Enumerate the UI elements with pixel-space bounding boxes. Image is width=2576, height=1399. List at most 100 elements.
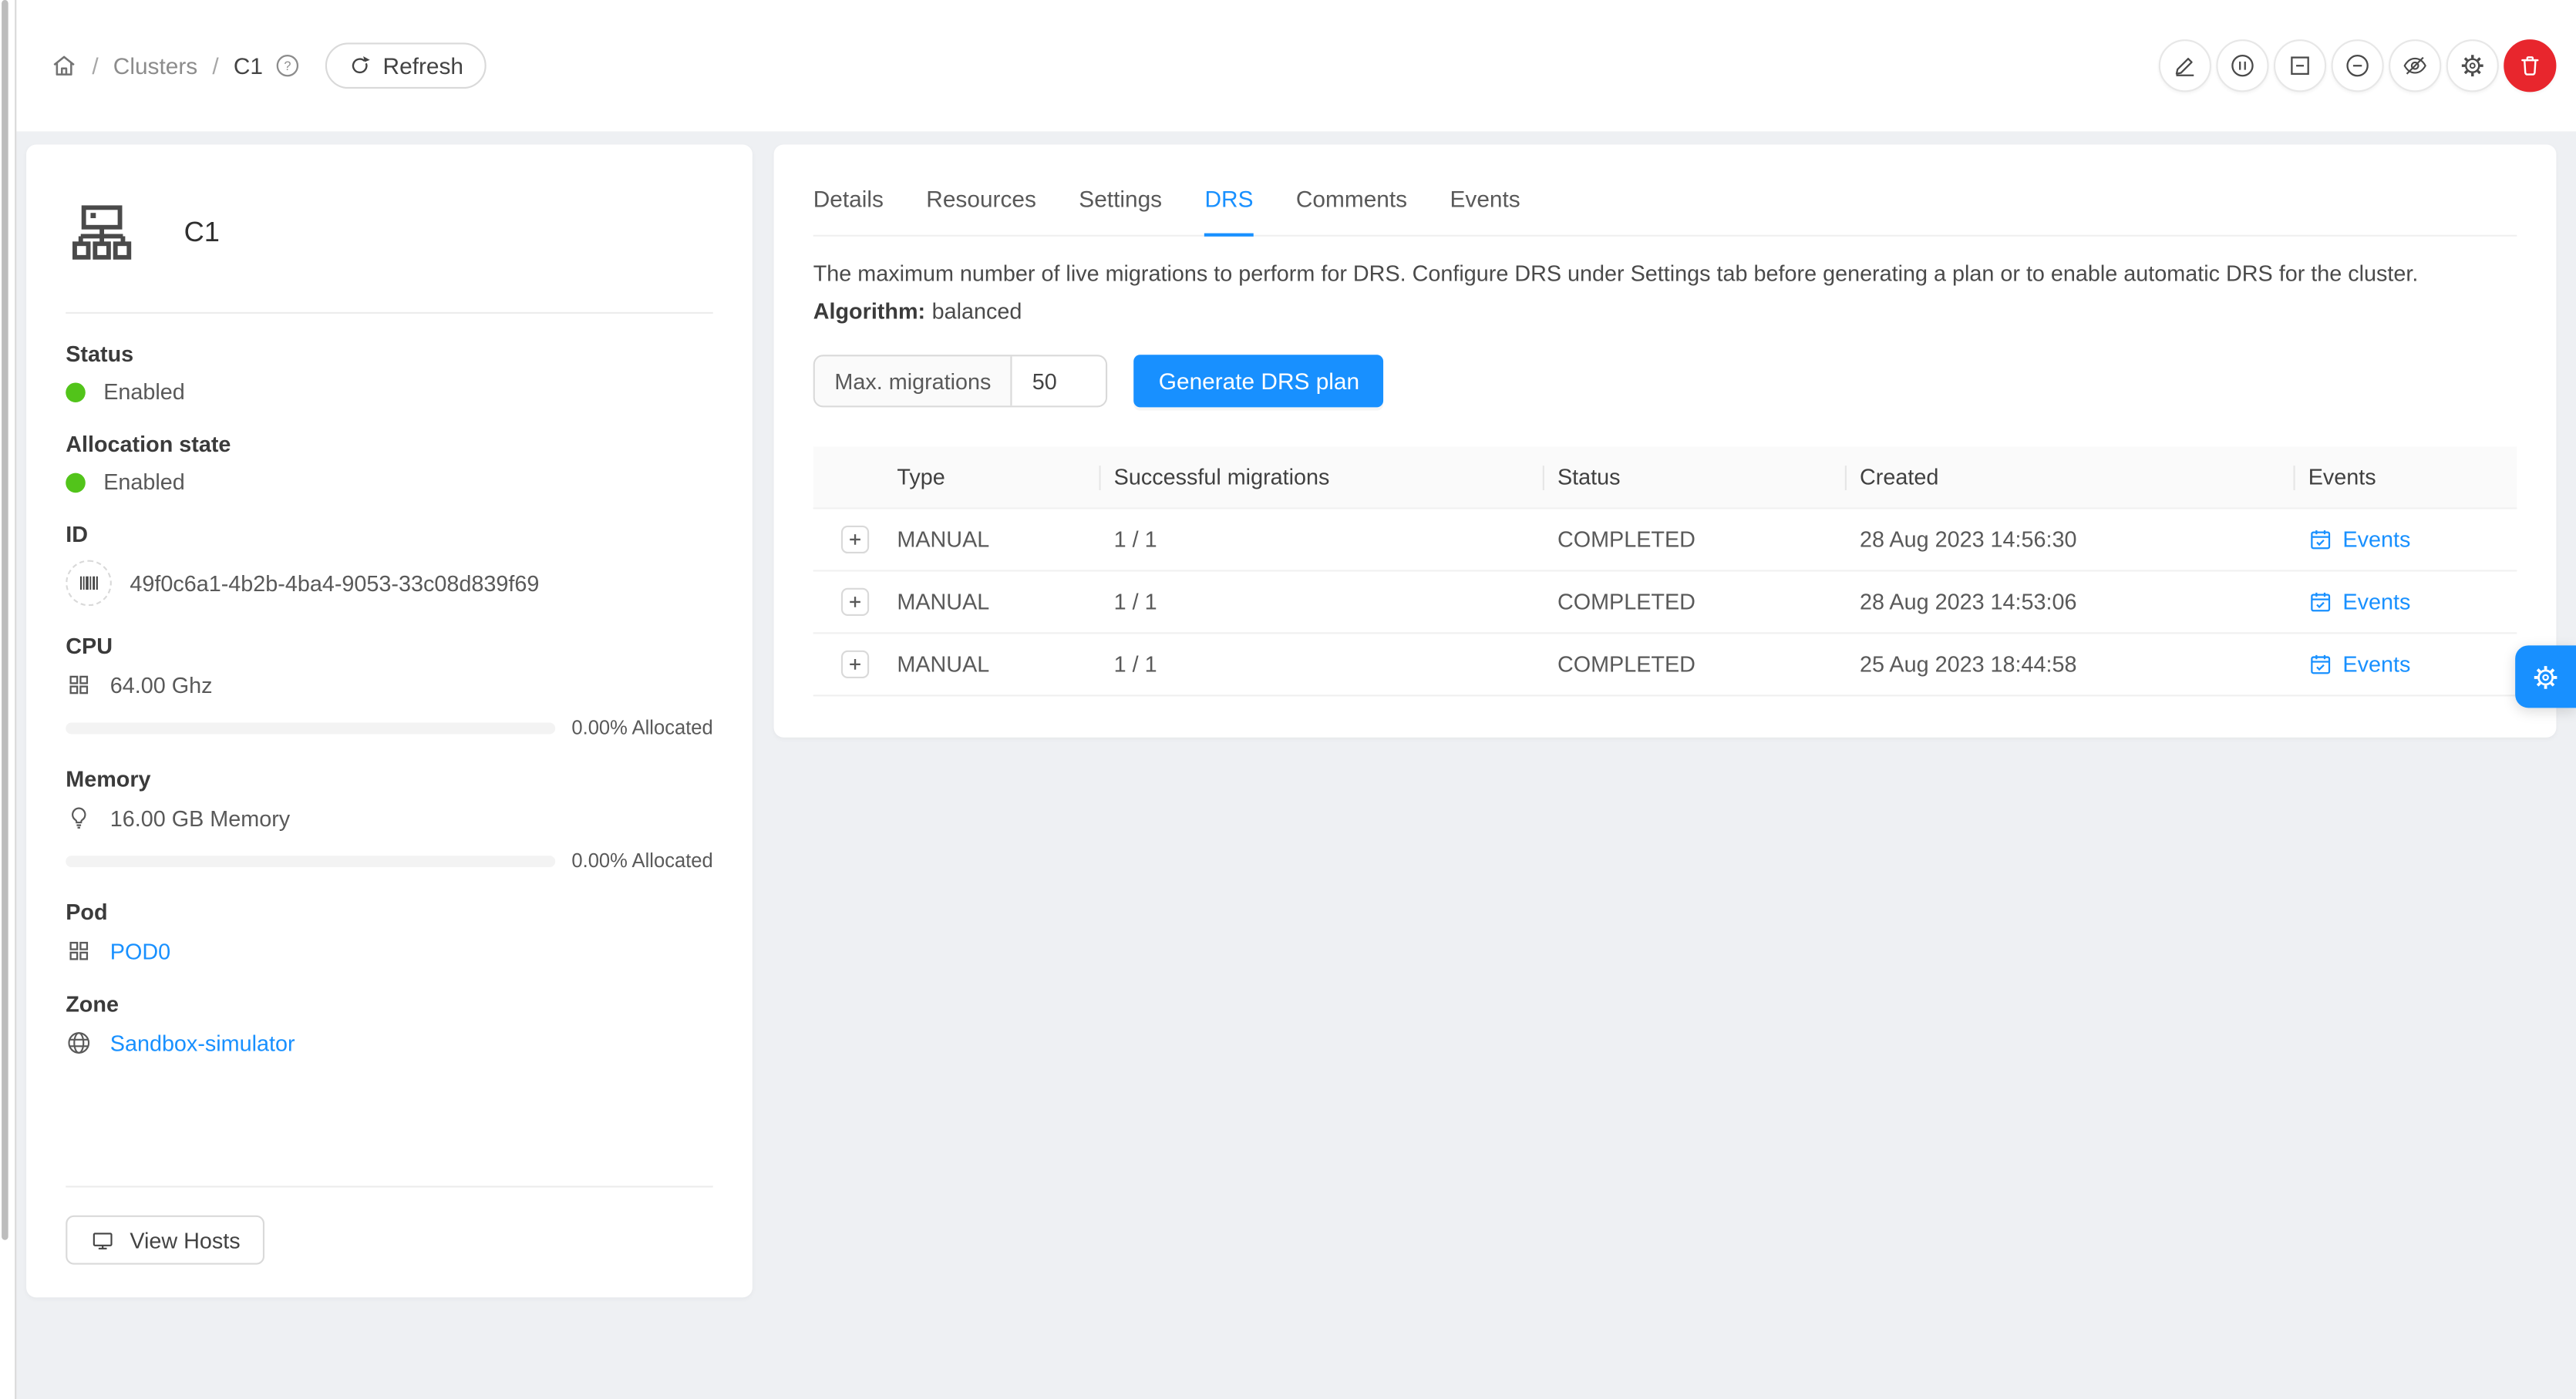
table-header-row: Type Successful migrations Status Create… xyxy=(813,447,2517,509)
minus-circle-icon xyxy=(2345,52,2371,79)
row-migrations: 1 / 1 xyxy=(1099,652,1542,677)
breadcrumb: / Clusters / C1 ? Refresh xyxy=(51,42,487,89)
drs-plan-table: Type Successful migrations Status Create… xyxy=(813,447,2517,697)
reload-icon xyxy=(349,54,372,77)
desktop-icon xyxy=(90,1228,115,1253)
memory-progress-bar xyxy=(66,855,555,866)
plus-icon xyxy=(846,530,864,548)
edit-button[interactable] xyxy=(2159,39,2211,92)
breadcrumb-clusters[interactable]: Clusters xyxy=(113,52,197,79)
id-field: ID 49f0c6a1-4b2b-4ba4-9053-33c08d839f69 xyxy=(66,523,713,607)
bulb-icon xyxy=(66,805,92,831)
zone-label: Zone xyxy=(66,992,713,1017)
cluster-icon xyxy=(66,197,138,270)
tab-details[interactable]: Details xyxy=(813,186,884,235)
row-events-link[interactable]: Events xyxy=(2308,527,2517,552)
breadcrumb-separator: / xyxy=(92,52,98,79)
memory-field: Memory 16.00 GB Memory 0.00% Allocated xyxy=(66,767,713,872)
status-dot xyxy=(66,382,86,402)
disable-button[interactable] xyxy=(2332,39,2384,92)
unmanage-button[interactable] xyxy=(2274,39,2326,92)
refresh-button[interactable]: Refresh xyxy=(325,42,487,89)
row-events-link[interactable]: Events xyxy=(2308,652,2517,677)
hide-button[interactable] xyxy=(2389,39,2441,92)
settings-drawer-button[interactable] xyxy=(2515,645,2576,708)
table-row: MANUAL 1 / 1 COMPLETED 28 Aug 2023 14:53… xyxy=(813,571,2517,634)
drs-controls: Max. migrations Generate DRS plan xyxy=(813,355,2517,407)
drs-description: The maximum number of live migrations to… xyxy=(813,261,2517,286)
page: / Clusters / C1 ? Refresh xyxy=(0,0,2576,1399)
row-events-label: Events xyxy=(2342,652,2410,677)
plus-icon xyxy=(846,655,864,673)
tab-resources[interactable]: Resources xyxy=(926,186,1036,235)
svg-text:?: ? xyxy=(284,59,291,73)
events-column-header: Events xyxy=(2294,465,2517,489)
cpu-value: 64.00 Ghz xyxy=(110,673,213,698)
expand-row-button[interactable] xyxy=(841,526,869,553)
tab-comments[interactable]: Comments xyxy=(1296,186,1407,235)
cluster-detail-card: Details Resources Settings DRS Comments … xyxy=(774,145,2557,738)
unmanage-square-icon xyxy=(2287,52,2313,79)
max-migrations-input[interactable] xyxy=(1012,356,1106,405)
max-migrations-label: Max. migrations xyxy=(815,356,1012,405)
expand-row-button[interactable] xyxy=(841,588,869,616)
status-label: Status xyxy=(66,341,713,366)
delete-button[interactable] xyxy=(2504,39,2556,92)
type-column-header: Type xyxy=(882,465,1099,489)
globe-icon xyxy=(66,1030,92,1056)
row-created: 28 Aug 2023 14:56:30 xyxy=(1845,527,2294,552)
barcode-icon xyxy=(66,560,112,607)
algorithm-label: Algorithm: xyxy=(813,299,925,324)
gear-icon xyxy=(2531,663,2559,691)
tab-bar: Details Resources Settings DRS Comments … xyxy=(813,145,2517,237)
cluster-name: C1 xyxy=(184,217,220,250)
row-events-link[interactable]: Events xyxy=(2308,590,2517,614)
pod-label: Pod xyxy=(66,900,713,925)
tab-drs[interactable]: DRS xyxy=(1204,186,1253,237)
cluster-info-card: C1 Status Enabled Allocation state Enabl… xyxy=(26,145,753,1298)
view-hosts-label: View Hosts xyxy=(130,1228,240,1253)
status-value: Enabled xyxy=(103,379,185,404)
calendar-check-icon xyxy=(2308,590,2333,614)
created-column-header: Created xyxy=(1845,465,2294,489)
action-buttons xyxy=(2159,39,2557,92)
cpu-progress-bar xyxy=(66,721,555,733)
row-status: COMPLETED xyxy=(1543,590,1845,614)
memory-value: 16.00 GB Memory xyxy=(110,805,290,830)
allocation-state-value: Enabled xyxy=(103,469,185,494)
home-icon[interactable] xyxy=(51,52,77,79)
left-scrollbar[interactable] xyxy=(0,0,16,1399)
row-created: 25 Aug 2023 18:44:58 xyxy=(1845,652,2294,677)
scrollbar-thumb[interactable] xyxy=(2,0,8,1240)
top-bar: / Clusters / C1 ? Refresh xyxy=(15,0,2576,131)
info-card-footer: View Hosts xyxy=(66,1150,713,1265)
cpu-allocated: 0.00% Allocated xyxy=(571,716,712,739)
view-hosts-button[interactable]: View Hosts xyxy=(66,1216,264,1265)
pause-button[interactable] xyxy=(2216,39,2268,92)
table-row: MANUAL 1 / 1 COMPLETED 28 Aug 2023 14:56… xyxy=(813,509,2517,572)
trash-icon xyxy=(2517,52,2543,79)
generate-drs-plan-button[interactable]: Generate DRS plan xyxy=(1134,355,1384,407)
plus-icon xyxy=(846,593,864,610)
drs-algorithm: Algorithm:balanced xyxy=(813,299,2517,324)
cluster-title-row: C1 xyxy=(66,190,713,276)
cpu-label: CPU xyxy=(66,634,713,658)
allocation-state-field: Allocation state Enabled xyxy=(66,432,713,494)
table-row: MANUAL 1 / 1 COMPLETED 25 Aug 2023 18:44… xyxy=(813,634,2517,696)
help-icon[interactable]: ? xyxy=(274,52,301,79)
pod-link[interactable]: POD0 xyxy=(110,939,170,963)
status-column-header: Status xyxy=(1543,465,1845,489)
expand-row-button[interactable] xyxy=(841,651,869,678)
migrations-column-header: Successful migrations xyxy=(1099,465,1542,489)
refresh-label: Refresh xyxy=(383,52,463,79)
appstore-icon xyxy=(66,671,92,698)
zone-link[interactable]: Sandbox-simulator xyxy=(110,1031,295,1055)
tab-events[interactable]: Events xyxy=(1450,186,1520,235)
memory-label: Memory xyxy=(66,767,713,792)
status-field: Status Enabled xyxy=(66,341,713,404)
row-migrations: 1 / 1 xyxy=(1099,590,1542,614)
tab-settings[interactable]: Settings xyxy=(1079,186,1162,235)
settings-button[interactable] xyxy=(2446,39,2499,92)
divider xyxy=(66,1185,713,1187)
breadcrumb-separator: / xyxy=(212,52,218,79)
